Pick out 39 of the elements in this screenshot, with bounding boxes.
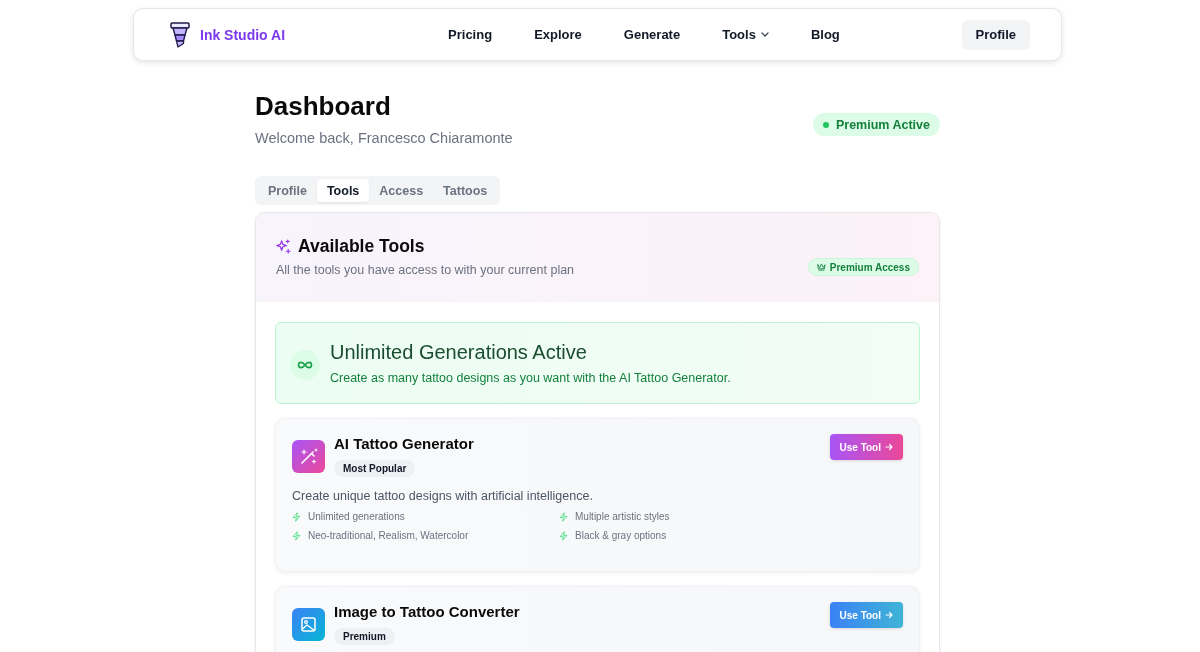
crown-icon <box>816 263 826 271</box>
magic-wand-icon <box>292 440 325 473</box>
tab[interactable]: Access <box>369 179 434 202</box>
image-icon <box>292 608 325 641</box>
arrow-right-icon <box>885 443 893 451</box>
sparkles-icon <box>276 238 291 254</box>
nav-link[interactable]: Pricing <box>448 27 493 42</box>
status-label: Premium Active <box>835 117 930 132</box>
welcome-text: Welcome back, Francesco Chiaramonte <box>255 129 513 148</box>
arrow-right-icon <box>885 611 893 619</box>
banner-text: Create as many tattoo designs as you want with the AI Tattoo Generator. <box>330 370 731 386</box>
panel-subtitle: All the tools you have access to with your current plan <box>276 262 575 279</box>
infinity-icon <box>290 350 320 380</box>
tab[interactable]: Tattoos <box>433 179 498 202</box>
feature-text: Unlimited generations <box>308 510 405 524</box>
nav-link[interactable]: Explore <box>534 27 582 42</box>
feature-text: Neo-traditional, Realism, Watercolor <box>308 529 469 543</box>
tool-badge: Premium <box>334 628 395 645</box>
panel-title: Available Tools <box>298 235 425 257</box>
tool-description: Create unique tattoo designs with artificial intelligence. <box>292 488 594 505</box>
tab[interactable]: Profile <box>258 179 317 202</box>
tool-name: AI Tattoo Generator <box>334 434 474 454</box>
nav-link[interactable]: Blog <box>810 27 840 42</box>
status-dot-icon <box>822 121 829 128</box>
use-tool-button[interactable]: Use Tool <box>829 434 903 460</box>
nav-link[interactable]: Generate <box>623 27 681 42</box>
tab[interactable]: Tools <box>316 179 370 202</box>
page-title: Dashboard <box>255 90 392 122</box>
access-label: Premium Access <box>829 261 910 273</box>
feature-text: Black & gray options <box>575 529 667 543</box>
chevron-down-icon <box>760 32 769 37</box>
feature-text: Multiple artistic styles <box>575 510 670 524</box>
banner-title: Unlimited Generations Active <box>330 340 588 364</box>
nav-link[interactable]: Tools <box>722 27 769 42</box>
brand-name[interactable]: Ink Studio AI <box>200 26 286 43</box>
profile-button[interactable]: Profile <box>961 19 1030 50</box>
tool-badge: Most Popular <box>334 460 416 477</box>
logo-icon[interactable] <box>170 21 190 48</box>
tool-name: Image to Tattoo Converter <box>334 602 520 622</box>
